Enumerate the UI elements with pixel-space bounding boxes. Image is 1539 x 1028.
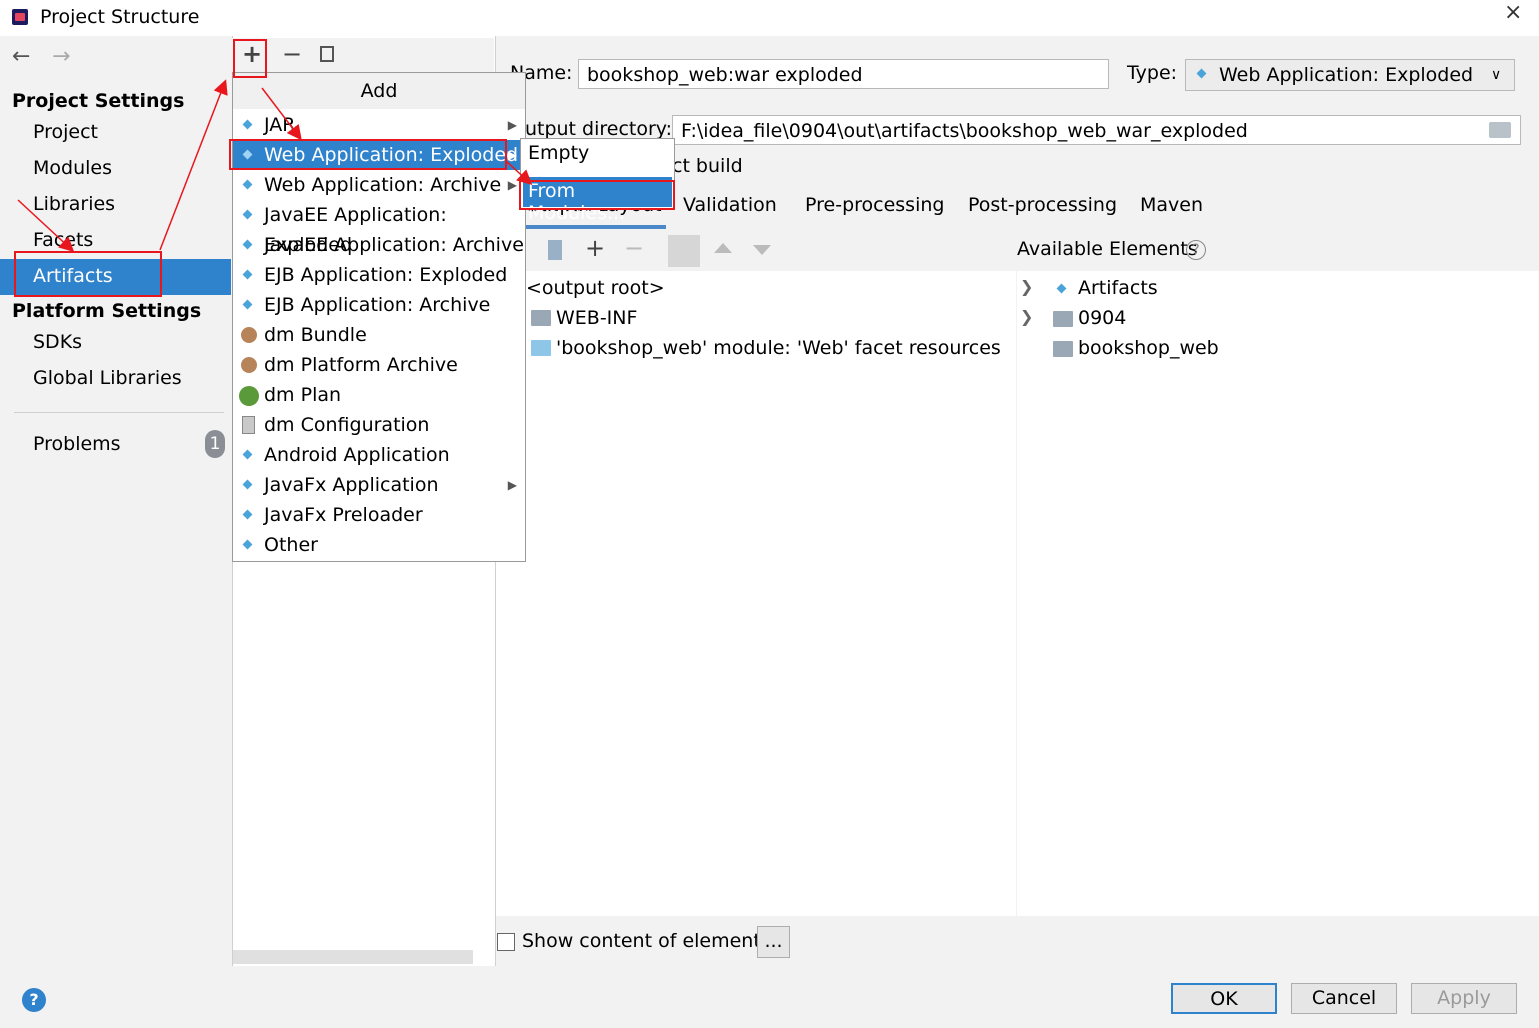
annotation-arrow <box>159 79 228 251</box>
annotation-arrow <box>504 159 533 186</box>
annotation-arrow <box>17 199 75 253</box>
annotation-arrows <box>17 79 533 253</box>
annotation-arrow <box>261 87 302 141</box>
